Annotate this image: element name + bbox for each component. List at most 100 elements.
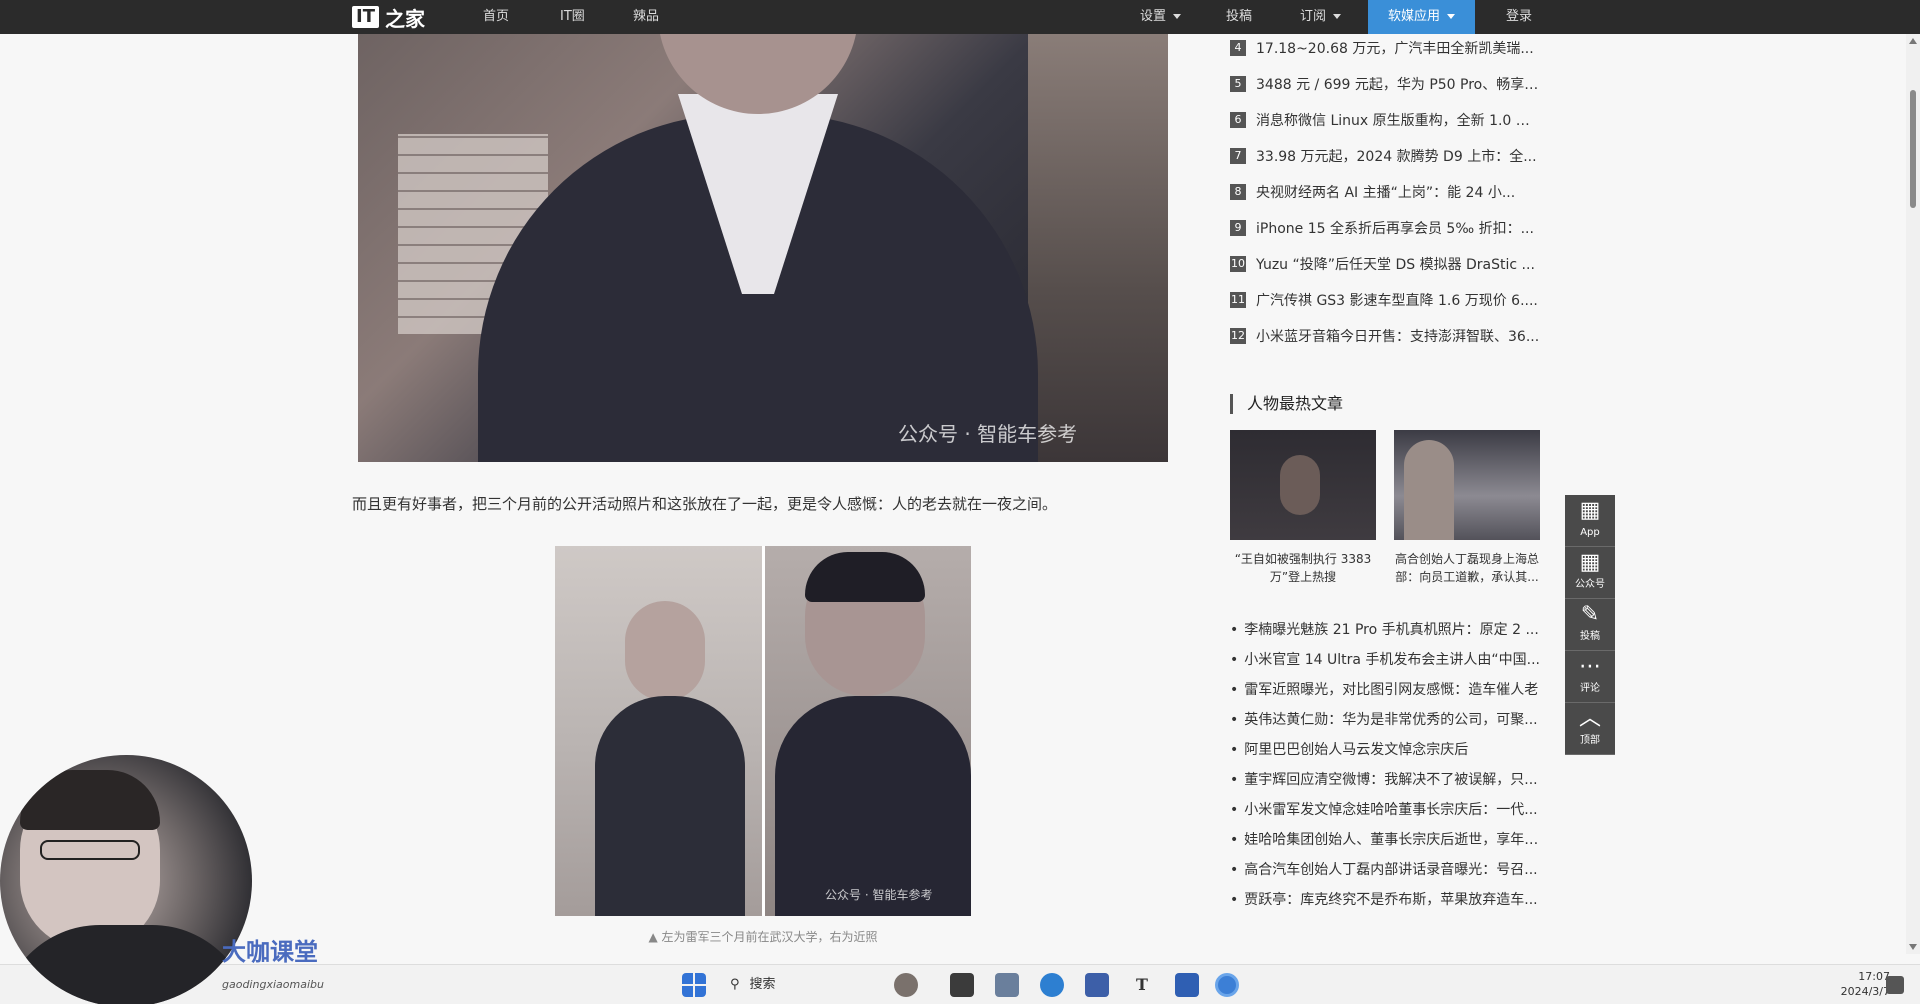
store-icon[interactable] (1085, 973, 1109, 997)
rank-title[interactable]: iPhone 15 全系折后再享会员 5‰ 折扣：... (1256, 218, 1534, 238)
nav-settings[interactable]: 设置 (1140, 0, 1182, 34)
nav-apps[interactable]: 软媒应用 (1368, 0, 1476, 34)
person-caption[interactable]: 高合创始人丁磊现身上海总部：向员工道歉，承认其... (1394, 550, 1540, 586)
hot-article-link[interactable]: 高合汽车创始人丁磊内部讲话录音曝光：号召... (1230, 855, 1540, 885)
widget-icon[interactable] (894, 973, 918, 997)
comment-button[interactable]: ⋯ 评论 (1565, 651, 1615, 703)
rank-item[interactable]: 11 广汽传祺 GS3 影速车型直降 1.6 万现价 6.... (1230, 282, 1540, 318)
comment-icon: ⋯ (1579, 654, 1601, 679)
rank-item[interactable]: 9 iPhone 15 全系折后再享会员 5‰ 折扣：... (1230, 210, 1540, 246)
nav-lapin[interactable]: 辣品 (633, 0, 659, 34)
nav-submit[interactable]: 投稿 (1226, 0, 1252, 34)
submit-button[interactable]: ✎ 投稿 (1565, 599, 1615, 651)
wechat-label: 公众号 (1575, 579, 1605, 590)
typora-icon[interactable]: T (1130, 973, 1154, 997)
wechat-qr-button[interactable]: ▦ 公众号 (1565, 547, 1615, 599)
course-subtitle: gaodingxiaomaibu (222, 978, 324, 991)
person-caption[interactable]: “王自如被强制执行 3383 万”登上热搜 (1230, 550, 1376, 586)
webcam-overlay (0, 755, 252, 1004)
hot-article-link[interactable]: 小米雷军发文悼念娃哈哈董事长宗庆后：一代... (1230, 795, 1540, 825)
people-cards: “王自如被强制执行 3383 万”登上热搜 高合创始人丁磊现身上海总部：向员工道… (1230, 430, 1540, 586)
hot-article-link[interactable]: 雷军近照曝光，对比图引网友感慨：造车催人老 (1230, 675, 1540, 705)
nav-itquan[interactable]: IT圈 (560, 0, 585, 34)
rank-title[interactable]: 小米蓝牙音箱今日开售：支持澎湃智联、36... (1256, 326, 1539, 346)
rank-title[interactable]: 17.18~20.68 万元，广汽丰田全新凯美瑞... (1256, 38, 1534, 58)
photo-watermark: 公众号 · 智能车参考 (898, 422, 1078, 446)
hot-article-link[interactable]: 李楠曝光魅族 21 Pro 手机真机照片：原定 2 ... (1230, 615, 1540, 645)
rank-item[interactable]: 5 3488 元 / 699 元起，华为 P50 Pro、畅享 ... (1230, 66, 1540, 102)
hot-article-link[interactable]: 娃哈哈集团创始人、董事长宗庆后逝世，享年 ... (1230, 825, 1540, 855)
person-suit (775, 696, 971, 916)
rank-item[interactable]: 4 17.18~20.68 万元，广汽丰田全新凯美瑞... (1230, 30, 1540, 66)
rank-title[interactable]: 央视财经两名 AI 主播“上岗”：能 24 小... (1256, 182, 1515, 202)
submit-label: 投稿 (1580, 631, 1600, 642)
file-explorer-icon[interactable] (995, 973, 1019, 997)
qr-code-icon: ▦ (1579, 550, 1601, 575)
logo-zh: 之家 (384, 6, 425, 31)
person-hair (805, 552, 925, 602)
nav-login[interactable]: 登录 (1506, 0, 1532, 34)
hot-article-link[interactable]: 阿里巴巴创始人马云发文悼念宗庆后 (1230, 735, 1540, 765)
rank-title[interactable]: Yuzu “投降”后任天堂 DS 模拟器 DraStic ... (1256, 254, 1535, 274)
photo-caption: ▲ 左为雷军三个月前在武汉大学，右为近照 (648, 930, 878, 944)
browser-icon[interactable] (1215, 973, 1239, 997)
rank-item[interactable]: 12 小米蓝牙音箱今日开售：支持澎湃智联、36... (1230, 318, 1540, 354)
person-thumbnail[interactable] (1230, 430, 1376, 540)
rank-number: 4 (1230, 40, 1246, 56)
rank-title[interactable]: 消息称微信 Linux 原生版重构，全新 1.0 版... (1256, 110, 1540, 130)
rank-list: 4 17.18~20.68 万元，广汽丰田全新凯美瑞... 5 3488 元 / 6… (1230, 30, 1540, 354)
course-logo: 大咖课堂 (222, 938, 318, 966)
presenter-hair (20, 770, 160, 830)
rank-title[interactable]: 广汽传祺 GS3 影速车型直降 1.6 万现价 6.... (1256, 290, 1538, 310)
rank-number: 5 (1230, 76, 1246, 92)
rank-item[interactable]: 8 央视财经两名 AI 主播“上岗”：能 24 小... (1230, 174, 1540, 210)
scroll-thumb[interactable] (1910, 90, 1916, 208)
scroll-up-icon[interactable] (1909, 38, 1917, 44)
back-to-top-button[interactable]: ︿ 顶部 (1565, 703, 1615, 755)
rank-number: 10 (1230, 256, 1246, 272)
taskbar-search[interactable]: ⚲ 搜索 (730, 973, 776, 997)
chevron-down-icon (1173, 14, 1182, 19)
nav-subscribe-label: 订阅 (1300, 9, 1327, 24)
chevron-down-icon (1447, 14, 1456, 19)
app-qr-button[interactable]: ▦ App (1565, 495, 1615, 547)
rank-title[interactable]: 3488 元 / 699 元起，华为 P50 Pro、畅享 ... (1256, 74, 1540, 94)
taskbar-clock[interactable]: 17:07 2024/3/7 (1810, 969, 1890, 999)
rank-number: 7 (1230, 148, 1246, 164)
rank-item[interactable]: 6 消息称微信 Linux 原生版重构，全新 1.0 版... (1230, 102, 1540, 138)
rank-number: 6 (1230, 112, 1246, 128)
nav-home[interactable]: 首页 (483, 0, 509, 34)
people-section-title: 人物最热文章 (1230, 394, 1343, 414)
hot-article-link[interactable]: 小米官宣 14 Ultra 手机发布会主讲人由“中国... (1230, 645, 1540, 675)
comment-label: 评论 (1580, 683, 1600, 694)
nav-settings-label: 设置 (1140, 9, 1167, 24)
start-icon[interactable] (682, 973, 706, 997)
top-navbar: IT 之家 首页 IT圈 辣品 设置 投稿 订阅 软媒应用 登录 (0, 0, 1920, 34)
article-photo-2: 公众号 · 智能车参考 (555, 546, 971, 916)
site-logo[interactable]: IT 之家 (352, 4, 425, 31)
rank-number: 9 (1230, 220, 1246, 236)
page-scrollbar[interactable] (1906, 34, 1920, 954)
person-card[interactable]: “王自如被强制执行 3383 万”登上热搜 (1230, 430, 1376, 586)
rank-title[interactable]: 33.98 万元起，2024 款腾势 D9 上市：全... (1256, 146, 1537, 166)
task-view-icon[interactable] (950, 973, 974, 997)
person-card[interactable]: 高合创始人丁磊现身上海总部：向员工道歉，承认其... (1394, 430, 1540, 586)
nav-subscribe[interactable]: 订阅 (1300, 0, 1342, 34)
hot-article-link[interactable]: 贾跃亭：库克终究不是乔布斯，苹果放弃造车... (1230, 885, 1540, 915)
person-thumbnail[interactable] (1394, 430, 1540, 540)
app-label: App (1580, 527, 1600, 538)
scroll-down-icon[interactable] (1909, 944, 1917, 950)
edge-browser-icon[interactable] (1040, 973, 1064, 997)
presenter-glasses (40, 840, 140, 860)
hot-article-link[interactable]: 英伟达黄仁勋：华为是非常优秀的公司，可聚... (1230, 705, 1540, 735)
search-icon: ⚲ (730, 977, 740, 992)
notification-icon[interactable] (1886, 976, 1904, 994)
presenter-body (0, 925, 252, 1004)
rank-number: 11 (1230, 292, 1246, 308)
notepad-icon[interactable] (1175, 973, 1199, 997)
rank-item[interactable]: 7 33.98 万元起，2024 款腾势 D9 上市：全... (1230, 138, 1540, 174)
article-paragraph: 而且更有好事者，把三个月前的公开活动照片和这张放在了一起，更是令人感慨：人的老去… (352, 495, 1058, 513)
floating-toolbar: ▦ App ▦ 公众号 ✎ 投稿 ⋯ 评论 ︿ 顶部 (1565, 495, 1615, 755)
rank-item[interactable]: 10 Yuzu “投降”后任天堂 DS 模拟器 DraStic ... (1230, 246, 1540, 282)
hot-article-link[interactable]: 董宇辉回应清空微博：我解决不了被误解，只... (1230, 765, 1540, 795)
